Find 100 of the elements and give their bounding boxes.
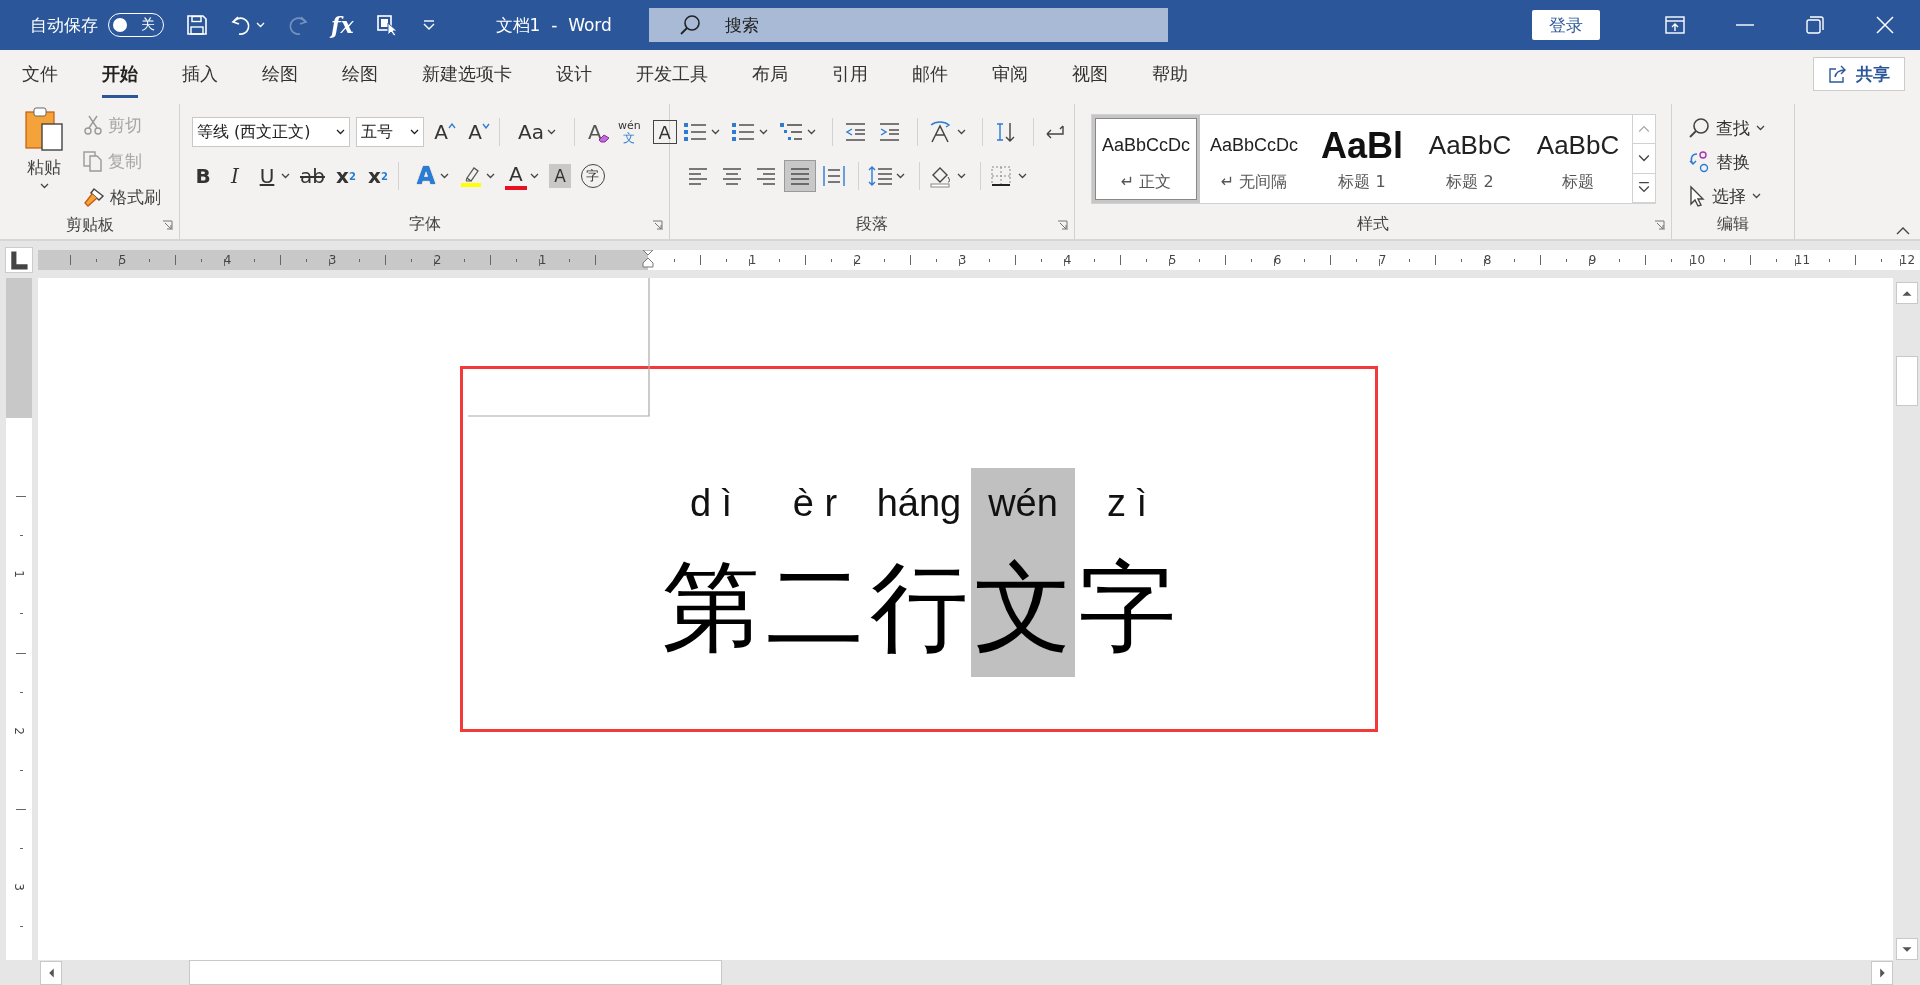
numbered-list-icon[interactable] — [730, 120, 756, 144]
caret-icon[interactable] — [439, 173, 449, 179]
pinyin-text: z ì — [1105, 481, 1149, 526]
dialog-launcher-icon[interactable] — [1057, 220, 1068, 231]
ruler-number: 2 — [853, 253, 862, 266]
change-case-button[interactable]: Aa — [518, 117, 544, 147]
insert-function-button[interactable]: fx — [331, 12, 354, 38]
ribbon-display-icon[interactable] — [1665, 16, 1685, 34]
chinese-character: 文 — [971, 538, 1075, 677]
scissors-icon — [82, 114, 104, 136]
paste-button[interactable]: 粘贴 — [18, 106, 70, 212]
clear-formatting-button[interactable]: A — [583, 117, 606, 147]
scroll-down-icon[interactable] — [1895, 938, 1918, 960]
replace-icon[interactable] — [1688, 150, 1710, 174]
increase-indent-icon[interactable] — [877, 120, 901, 144]
ribbon-tab[interactable]: 视图 — [1072, 50, 1108, 98]
ribbon-tab[interactable]: 审阅 — [992, 50, 1028, 98]
strikethrough-button[interactable]: ab — [300, 161, 325, 191]
close-icon[interactable] — [1876, 16, 1894, 34]
style-option[interactable]: AaBbC 标题 2 — [1416, 115, 1524, 203]
sign-in-button[interactable]: 登录 — [1532, 10, 1600, 40]
dialog-launcher-icon[interactable] — [162, 220, 173, 231]
ribbon-tab[interactable]: 帮助 — [1152, 50, 1188, 98]
decrease-indent-icon[interactable] — [843, 120, 867, 144]
customize-toolbar-icon[interactable] — [421, 19, 436, 31]
caret-icon[interactable] — [336, 129, 345, 135]
caret-icon[interactable] — [1752, 193, 1761, 199]
font-color-button[interactable]: A — [504, 162, 527, 190]
text-effects-button[interactable]: A — [414, 161, 437, 191]
align-distributed-icon[interactable] — [822, 164, 846, 188]
style-option[interactable]: AaBl 标题 1 — [1308, 115, 1416, 203]
caret-icon[interactable] — [1018, 173, 1027, 179]
search-field[interactable]: 搜索 — [648, 8, 1168, 42]
scroll-up-icon[interactable] — [1895, 282, 1918, 304]
caret-icon[interactable] — [410, 129, 419, 135]
ribbon-tab[interactable]: 新建选项卡 — [422, 50, 512, 98]
ruler-number: 4 — [223, 253, 232, 266]
restore-icon[interactable] — [1806, 16, 1824, 34]
scroll-right-icon[interactable] — [1871, 960, 1893, 985]
ribbon-tab[interactable]: 绘图 — [262, 50, 298, 98]
pointer-icon[interactable] — [1688, 185, 1706, 207]
share-button[interactable]: 共享 — [1813, 57, 1905, 91]
caret-icon[interactable] — [485, 173, 495, 179]
collapse-ribbon-icon[interactable] — [1896, 226, 1910, 235]
font-name-dropdown[interactable]: 等线 (西文正文) — [192, 117, 350, 147]
caret-icon[interactable] — [896, 173, 905, 179]
character-border-button[interactable]: A — [652, 120, 677, 144]
save-icon[interactable] — [186, 14, 208, 36]
character-shading-button[interactable]: A — [548, 164, 571, 188]
ribbon-tab[interactable]: 设计 — [556, 50, 592, 98]
ribbon-tab[interactable]: 绘图 — [342, 50, 378, 98]
style-option[interactable]: AaBbC 标题 — [1524, 115, 1632, 203]
caret-icon[interactable] — [711, 129, 720, 135]
scrollbar-thumb[interactable] — [189, 960, 722, 985]
format-painter-button[interactable]: 格式刷 — [82, 182, 161, 212]
underline-button[interactable]: U — [256, 161, 278, 191]
grow-font-button[interactable]: A — [434, 117, 456, 147]
caret-icon[interactable] — [957, 173, 966, 179]
shrink-font-button[interactable]: A — [468, 117, 490, 147]
ribbon-tab[interactable]: 文件 — [22, 50, 58, 98]
bulleted-list-icon[interactable] — [682, 120, 708, 144]
caret-icon[interactable] — [281, 173, 290, 179]
caret-icon[interactable] — [957, 129, 966, 135]
tab-stop-icon[interactable] — [5, 246, 33, 273]
caret-icon[interactable] — [807, 129, 816, 135]
replace-button[interactable]: 替换 — [1716, 150, 1750, 174]
clipboard-icon[interactable] — [24, 106, 64, 152]
ribbon-tab[interactable]: 插入 — [182, 50, 218, 98]
group-label: 字体 — [408, 213, 441, 235]
select-button[interactable]: 选择 — [1712, 184, 1746, 208]
style-sample: AaBl — [1321, 125, 1403, 166]
dialog-launcher-icon[interactable] — [1654, 220, 1665, 231]
style-option[interactable]: AaBbCcDc ↵ 无间隔 — [1200, 115, 1308, 203]
ruler-number: 6 — [1273, 253, 1282, 266]
scrollbar-thumb[interactable] — [1895, 356, 1918, 406]
indent-marker-icon[interactable] — [641, 249, 654, 270]
italic-button[interactable]: I — [224, 161, 246, 191]
share-icon[interactable] — [1828, 65, 1848, 83]
style-option[interactable]: AaBbCcDc ↵ 正文 — [1092, 115, 1200, 203]
superscript-button[interactable]: x$^{2}$ — [366, 161, 389, 191]
ribbon-tab[interactable]: 开发工具 — [636, 50, 708, 98]
ribbon-tab[interactable]: 引用 — [832, 50, 868, 98]
caret-icon[interactable] — [529, 173, 539, 179]
phonetic-guide-button[interactable]: wén 文 — [617, 117, 641, 147]
caret-icon[interactable] — [546, 129, 556, 135]
caret-icon[interactable] — [759, 129, 768, 135]
style-sample: AaBbC — [1428, 129, 1512, 162]
undo-icon[interactable] — [230, 14, 252, 36]
ribbon-tab[interactable]: 邮件 — [912, 50, 948, 98]
ribbon-tab[interactable]: 布局 — [752, 50, 788, 98]
search-icon[interactable] — [1688, 117, 1710, 139]
dialog-launcher-icon[interactable] — [652, 220, 663, 231]
caret-icon[interactable] — [1756, 125, 1765, 131]
find-button[interactable]: 查找 — [1716, 116, 1750, 140]
caret-icon[interactable] — [39, 183, 49, 189]
scroll-left-icon[interactable] — [40, 960, 62, 985]
bold-button[interactable]: B — [192, 161, 214, 191]
font-size-dropdown[interactable]: 五号 — [356, 117, 424, 147]
style-name: 标题 — [1562, 171, 1594, 193]
line-spacing-icon[interactable] — [867, 164, 893, 188]
